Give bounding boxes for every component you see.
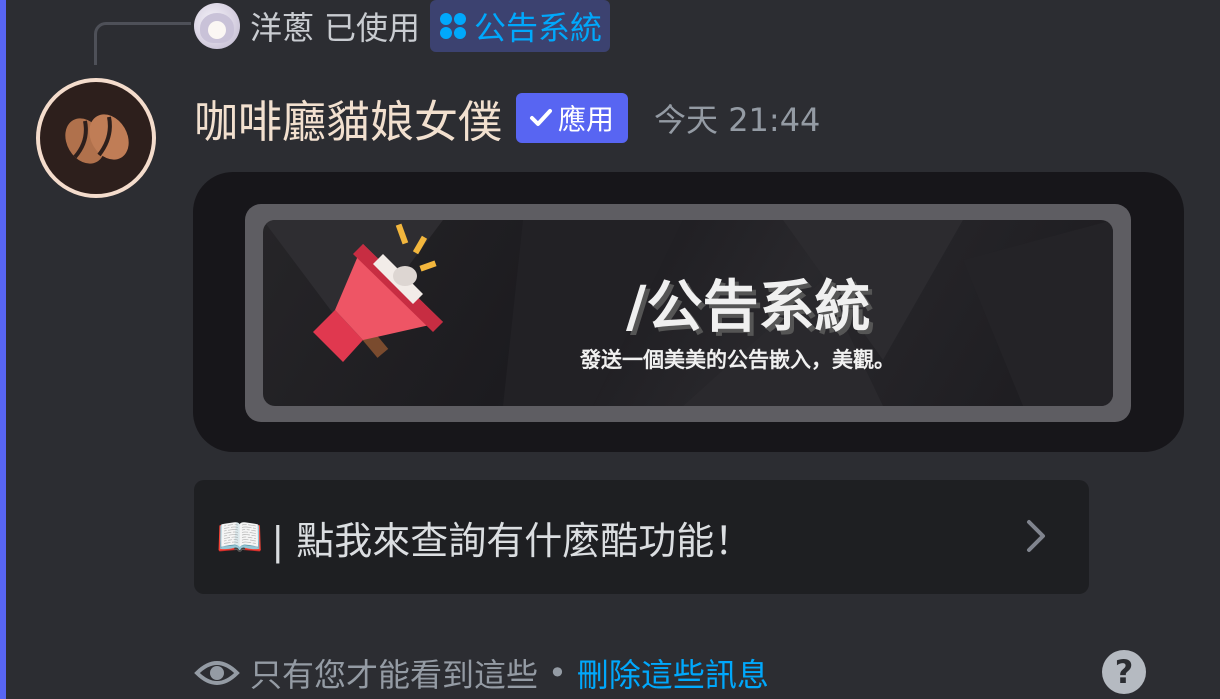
footer-separator: •	[548, 654, 567, 692]
reply-username[interactable]: 洋蔥	[250, 3, 314, 49]
megaphone-icon	[313, 223, 443, 362]
checkmark-icon	[530, 109, 552, 126]
ephemeral-notice: 只有您才能看到這些	[250, 656, 539, 694]
message-header: 咖啡廳貓娘女僕 應用 今天 21:44	[194, 88, 820, 148]
eye-icon	[194, 661, 240, 685]
reply-used-text: 已使用	[324, 9, 421, 47]
command-used-row: 洋蔥 已使用 公告系統	[194, 0, 611, 52]
app-command-icon	[438, 11, 468, 41]
bot-avatar[interactable]	[36, 78, 156, 198]
feature-menu-label: | 點我來查詢有什麼酷功能！	[271, 518, 753, 563]
command-name: 公告系統	[474, 9, 603, 47]
ephemeral-highlight-bar	[0, 0, 6, 699]
banner-subtitle: 發送一個美美的公告嵌入，美觀。	[580, 348, 895, 372]
chat-message-area: 洋蔥 已使用 公告系統 咖啡廳貓娘女僕 應用 今天 21:44 /公告系統 發送…	[0, 0, 1220, 699]
ephemeral-footer: 只有您才能看到這些 • 刪除這些訊息	[194, 648, 769, 698]
bot-name[interactable]: 咖啡廳貓娘女僕	[194, 86, 502, 150]
reply-spine	[94, 22, 191, 65]
command-chip[interactable]: 公告系統	[430, 0, 611, 52]
coffee-bean-icon	[65, 114, 129, 164]
app-badge: 應用	[516, 93, 629, 143]
dismiss-messages-link[interactable]: 刪除這些訊息	[577, 650, 769, 696]
message-timestamp: 今天 21:44	[654, 101, 821, 139]
banner-title: /公告系統	[626, 275, 871, 340]
app-badge-label: 應用	[558, 103, 615, 136]
help-icon[interactable]: ?	[1102, 650, 1146, 694]
feature-menu-button[interactable]: 📖 | 點我來查詢有什麼酷功能！	[194, 480, 1089, 594]
user-mini-avatar[interactable]	[194, 3, 240, 49]
open-book-icon: 📖	[216, 514, 264, 559]
chevron-right-icon	[1027, 520, 1045, 552]
